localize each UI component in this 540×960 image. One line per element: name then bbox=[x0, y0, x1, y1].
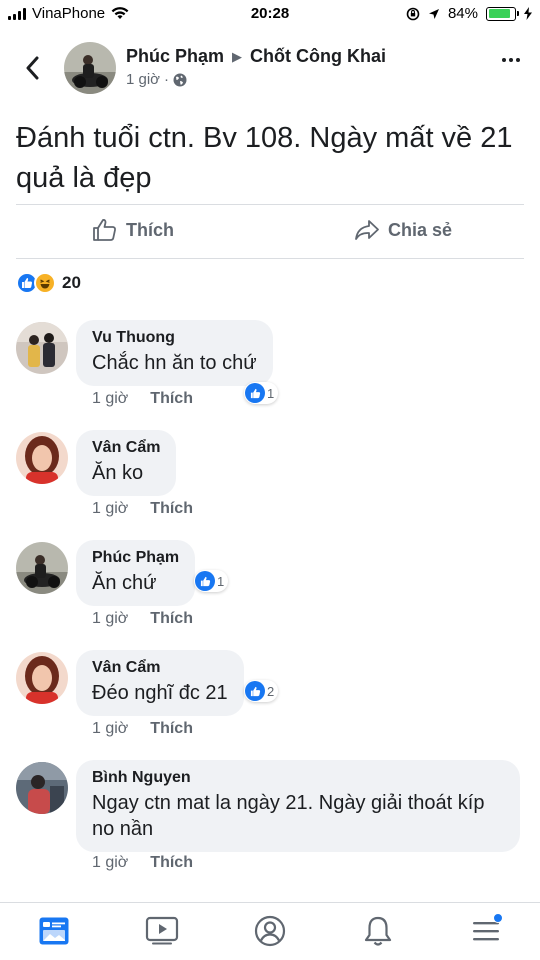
comment-reaction-count: 1 bbox=[267, 385, 275, 401]
comment-like-button[interactable]: Thích bbox=[150, 720, 193, 738]
author-name[interactable]: Phúc Phạm bbox=[126, 46, 224, 67]
like-button[interactable]: Thích bbox=[92, 218, 174, 242]
comment-bubble[interactable]: Phúc Phạm Ăn chứ bbox=[76, 540, 196, 606]
watch-icon bbox=[145, 916, 179, 945]
thumbs-up-icon bbox=[93, 219, 116, 241]
more-icon bbox=[502, 58, 506, 62]
comment-meta: 1 giờ Thích bbox=[92, 610, 193, 628]
commenter-avatar[interactable] bbox=[16, 762, 68, 814]
commenter-name[interactable]: Bình Nguyen bbox=[92, 769, 504, 787]
like-reaction-icon bbox=[245, 383, 265, 403]
comment-meta: 1 giờ Thích bbox=[92, 854, 193, 872]
comment-reaction[interactable]: 1 bbox=[244, 382, 279, 404]
comment-bubble[interactable]: Vu Thuong Chắc hn ăn to chứ bbox=[76, 320, 273, 386]
comment-text: Ăn ko bbox=[92, 462, 144, 484]
status-bar: VinaPhone 20:28 84% bbox=[0, 0, 540, 28]
comment-like-button[interactable]: Thích bbox=[150, 610, 193, 628]
comment-time[interactable]: 1 giờ bbox=[92, 500, 128, 518]
comment-text: Ngay ctn mat la ngày 21. Ngày giải thoát… bbox=[92, 792, 485, 840]
notification-dot bbox=[493, 913, 503, 923]
back-button[interactable] bbox=[16, 50, 48, 86]
like-label: Thích bbox=[126, 219, 174, 240]
share-label: Chia sẻ bbox=[388, 219, 453, 240]
battery-percent: 84% bbox=[447, 5, 478, 22]
comment-meta: 1 giờ Thích bbox=[92, 390, 193, 408]
commenter-name[interactable]: Vân Cẩm bbox=[92, 659, 228, 677]
nav-notifications[interactable] bbox=[358, 913, 398, 949]
share-arrow-icon bbox=[355, 220, 379, 240]
charging-icon bbox=[524, 7, 532, 20]
nav-watch[interactable] bbox=[142, 913, 182, 949]
reactions-summary[interactable]: 20 bbox=[16, 272, 81, 294]
battery-fill bbox=[488, 9, 510, 18]
comment-time[interactable]: 1 giờ bbox=[92, 854, 128, 872]
nav-menu[interactable] bbox=[466, 913, 506, 949]
comment-bubble[interactable]: Vân Cẩm Ăn ko bbox=[76, 430, 177, 496]
nav-news-feed[interactable] bbox=[34, 913, 74, 949]
post-header: Phúc Phạm ▶ Chốt Công Khai 1 giờ · bbox=[0, 36, 540, 100]
comment-time[interactable]: 1 giờ bbox=[92, 610, 128, 628]
commenter-avatar[interactable] bbox=[16, 322, 68, 374]
comment-reaction-count: 2 bbox=[267, 683, 275, 699]
comment-time[interactable]: 1 giờ bbox=[92, 720, 128, 738]
like-reaction-icon bbox=[245, 681, 265, 701]
comment-bubble[interactable]: Bình Nguyen Ngay ctn mat la ngày 21. Ngà… bbox=[76, 760, 520, 852]
comment-text: Ăn chứ bbox=[92, 572, 157, 594]
comment-bubble[interactable]: Vân Cẩm Đéo nghĩ đc 21 bbox=[76, 650, 244, 716]
reaction-count: 20 bbox=[62, 273, 81, 292]
divider bbox=[16, 204, 524, 205]
post-time[interactable]: 1 giờ bbox=[126, 71, 160, 88]
comment-reaction-count: 1 bbox=[217, 573, 225, 589]
author-avatar[interactable] bbox=[64, 42, 116, 94]
comment-time[interactable]: 1 giờ bbox=[92, 390, 128, 408]
profile-icon bbox=[254, 915, 286, 947]
like-reaction-icon bbox=[195, 571, 215, 591]
rotation-lock-icon bbox=[406, 7, 420, 20]
comment-like-button[interactable]: Thích bbox=[150, 500, 193, 518]
commenter-avatar[interactable] bbox=[16, 542, 68, 594]
group-name[interactable]: Chốt Công Khai bbox=[250, 46, 386, 67]
commenter-avatar[interactable] bbox=[16, 432, 68, 484]
globe-icon bbox=[173, 73, 187, 86]
commenter-name[interactable]: Vân Cẩm bbox=[92, 439, 160, 457]
comment-reaction[interactable]: 2 bbox=[244, 680, 279, 702]
arrow-right-icon: ▶ bbox=[232, 48, 243, 64]
commenter-name[interactable]: Phúc Phạm bbox=[92, 549, 179, 567]
comment-meta: 1 giờ Thích bbox=[92, 720, 193, 738]
post-meta: Phúc Phạm ▶ Chốt Công Khai 1 giờ · bbox=[126, 46, 386, 88]
haha-reaction-icon bbox=[34, 272, 56, 294]
location-icon bbox=[428, 8, 439, 19]
battery-icon bbox=[486, 6, 519, 21]
commenter-name[interactable]: Vu Thuong bbox=[92, 329, 257, 347]
commenter-avatar[interactable] bbox=[16, 652, 68, 704]
more-options-button[interactable] bbox=[502, 58, 520, 62]
news-feed-icon bbox=[39, 917, 69, 945]
comment-reaction[interactable]: 1 bbox=[194, 570, 229, 592]
share-button[interactable]: Chia sẻ bbox=[354, 218, 452, 242]
chevron-left-icon bbox=[26, 56, 39, 80]
divider bbox=[16, 258, 524, 259]
bottom-nav bbox=[0, 902, 540, 960]
separator-dot: · bbox=[164, 71, 170, 88]
comment-text: Đéo nghĩ đc 21 bbox=[92, 682, 228, 704]
comment-like-button[interactable]: Thích bbox=[150, 854, 193, 872]
post-actions: Thích Chia sẻ bbox=[0, 206, 540, 258]
status-right: 84% bbox=[406, 5, 532, 22]
comment-meta: 1 giờ Thích bbox=[92, 500, 193, 518]
nav-profile[interactable] bbox=[250, 913, 290, 949]
comment-text: Chắc hn ăn to chứ bbox=[92, 352, 257, 374]
post-text: Đánh tuổi ctn. Bv 108. Ngày mất về 21 qu… bbox=[16, 122, 513, 194]
comment-like-button[interactable]: Thích bbox=[150, 390, 193, 408]
notifications-icon bbox=[364, 916, 392, 946]
